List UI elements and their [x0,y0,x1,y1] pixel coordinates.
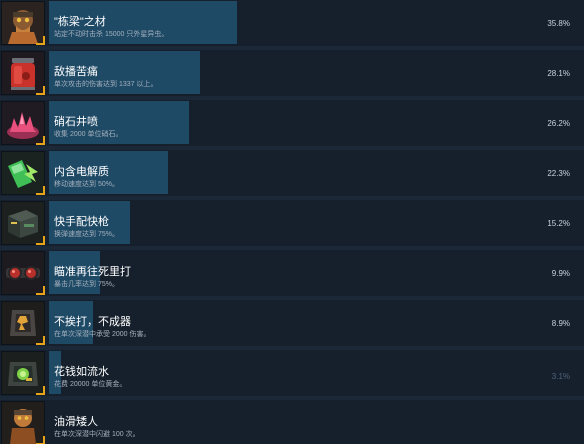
pink-crystal-icon [1,101,45,145]
achievement-description: 收集 2000 单位硝石。 [54,131,123,138]
achievement-percent: 26.2% [547,119,570,128]
achievement-title: "栋梁"之材 [54,16,106,28]
achievement-row[interactable]: 不挨打，不成器 在单次深潜中承受 2000 伤害。 8.9% [0,300,584,346]
achievement-list: "栋梁"之材 站定不动时击杀 15000 只外星异虫。 35.8% 敌播苦痛 单… [0,0,584,444]
achievement-percent: 35.8% [547,19,570,28]
achievement-description: 单次攻击的伤害达到 1337 以上。 [54,81,158,88]
achievement-description: 在单次深潜中闪避 100 次。 [54,431,140,438]
achievement-title: 油滑矮人 [54,416,98,428]
achievement-description: 花费 20000 单位黄金。 [54,381,127,388]
achievement-percent: 9.9% [551,269,570,278]
achievement-title: 花钱如流水 [54,366,109,378]
red-jar-icon [1,51,45,95]
achievement-description: 暴击几率达到 75%。 [54,281,119,288]
armor-plate-icon [1,301,45,345]
achievement-title: 快手配快枪 [54,216,109,228]
achievement-row[interactable]: 瞄准再往死里打 暴击几率达到 75%。 9.9% [0,250,584,296]
achievement-percent: 3.1% [551,372,570,381]
achievement-row[interactable]: 快手配快枪 换弹速度达到 75%。 15.2% [0,200,584,246]
achievement-title: 敌播苦痛 [54,66,98,78]
achievement-title: 硝石井喷 [54,116,98,128]
achievement-row[interactable]: 油滑矮人 在单次深潜中闪避 100 次。 [0,400,584,444]
achievement-percent: 15.2% [547,219,570,228]
achievement-row[interactable]: "栋梁"之材 站定不动时击杀 15000 只外星异虫。 35.8% [0,0,584,46]
gold-case-icon [1,351,45,395]
achievement-title: 瞄准再往死里打 [54,266,131,278]
achievement-title: 不挨打，不成器 [54,316,131,328]
achievement-row[interactable]: 花钱如流水 花费 20000 单位黄金。 3.1% [0,350,584,396]
hammer-dwarf-icon [1,1,45,45]
achievement-row[interactable]: 硝石井喷 收集 2000 单位硝石。 26.2% [0,100,584,146]
energy-drink-icon [1,151,45,195]
achievement-description: 移动速度达到 50%。 [54,181,119,188]
achievement-percent: 28.1% [547,69,570,78]
goggles-icon [1,251,45,295]
achievement-description: 换弹速度达到 75%。 [54,231,119,238]
achievement-title: 内含电解质 [54,166,109,178]
achievement-percent: 22.3% [547,169,570,178]
achievement-percent: 8.9% [551,319,570,328]
ammo-crate-icon [1,201,45,245]
achievement-description: 站定不动时击杀 15000 只外星异虫。 [54,31,169,38]
dwarf-runner-icon [1,401,45,444]
achievement-description: 在单次深潜中承受 2000 伤害。 [54,331,151,338]
achievement-row[interactable]: 敌播苦痛 单次攻击的伤害达到 1337 以上。 28.1% [0,50,584,96]
achievement-row[interactable]: 内含电解质 移动速度达到 50%。 22.3% [0,150,584,196]
